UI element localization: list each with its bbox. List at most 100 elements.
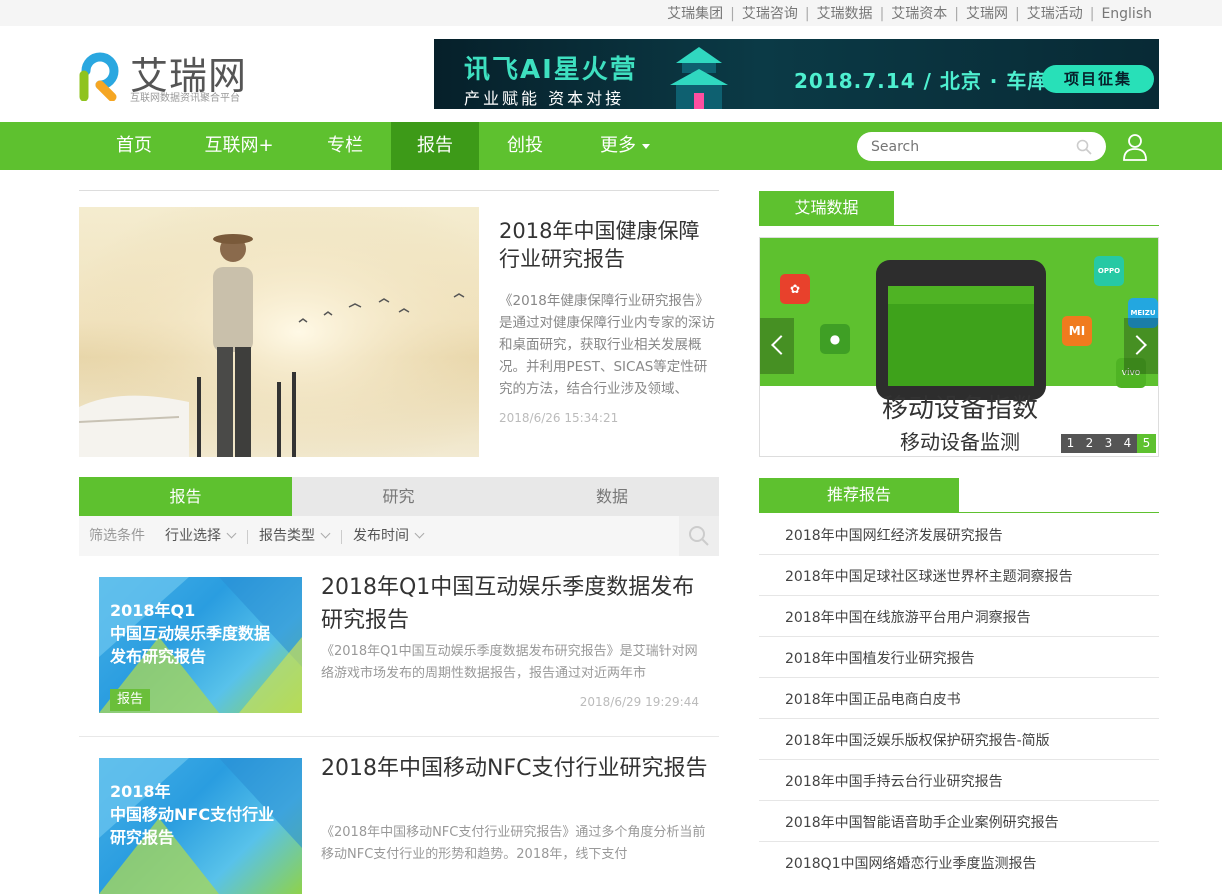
nav-columns[interactable]: 专栏 [305, 122, 385, 170]
man-on-pier-illustration [79, 207, 479, 457]
ad-banner[interactable]: 讯飞AI星火营 产业赋能 资本对接 2018.7.14 / 北京 · 车库咖啡 … [434, 39, 1159, 109]
logo-tagline: 互联网数据资讯聚合平台 [130, 93, 240, 104]
carousel-next-button[interactable] [1124, 318, 1158, 374]
divider [79, 190, 719, 191]
thumbnail-text: 2018年 中国移动NFC支付行业 研究报告 [110, 782, 275, 847]
recommended-report-link[interactable]: 2018年中国网红经济发展研究报告 [785, 525, 1003, 545]
top-links: 艾瑞集团 | 艾瑞咨询 | 艾瑞数据 | 艾瑞资本 | 艾瑞网 | 艾瑞活动 | English [667, 6, 1152, 22]
recommended-report-link[interactable]: 2018年中国正品电商白皮书 [785, 689, 961, 709]
article-description: 《2018年Q1中国互动娱乐季度数据发布研究报告》是艾瑞针对网络游戏市场发布的周… [321, 644, 698, 681]
divider [341, 530, 342, 544]
nav-venture[interactable]: 创投 [485, 122, 565, 170]
list-item[interactable]: 2018年中国泛娱乐版权保护研究报告-简版 [759, 719, 1159, 760]
article-title[interactable]: 2018年中国移动NFC支付行业研究报告 [321, 752, 711, 785]
tab-data[interactable]: 数据 [505, 477, 719, 516]
tab-research[interactable]: 研究 [292, 477, 505, 516]
list-item[interactable]: 2018年中国足球社区球迷世界杯主题洞察报告 [759, 555, 1159, 596]
list-item[interactable]: 2018年中国网红经济发展研究报告 [759, 514, 1159, 555]
recommended-report-link[interactable]: 2018年中国手持云台行业研究报告 [785, 771, 1003, 791]
featured-description: 《2018年健康保障行业研究报告》是通过对健康保障行业内专家的深访和桌面研究，获… [499, 293, 715, 397]
list-item[interactable]: 2018年中国在线旅游平台用户洞察报告 [759, 596, 1159, 637]
chevron-down-icon [226, 528, 237, 539]
recommended-report-link[interactable]: 2018年中国智能语音助手企业案例研究报告 [785, 812, 1059, 832]
banner-subtitle: 产业赋能 资本对接 [464, 89, 625, 108]
carousel-pagination: 1 2 3 4 5 [1061, 434, 1156, 453]
filter-bar: 筛选条件 行业选择 报告类型 发布时间 [79, 516, 719, 556]
list-item[interactable]: 2018年中国智能语音助手企业案例研究报告 [759, 801, 1159, 842]
top-link-iresearch-net[interactable]: 艾瑞网 [966, 6, 1008, 22]
recommended-report-link[interactable]: 2018年中国泛娱乐版权保护研究报告-简版 [785, 730, 1050, 750]
article-thumbnail[interactable]: 2018年Q1 中国互动娱乐季度数据 发布研究报告 报告 [99, 577, 302, 713]
article-time: 2018/6/29 19:29:44 [579, 695, 699, 709]
filter-search-button[interactable] [679, 516, 719, 556]
divider [759, 225, 1159, 226]
filter-publish-time-label: 发布时间 [353, 528, 409, 544]
featured-title[interactable]: 2018年中国健康保障行业研究报告 [499, 217, 719, 273]
section-title-airui-data: 艾瑞数据 [759, 191, 894, 225]
nav-internet-plus[interactable]: 互联网+ [189, 122, 289, 170]
filter-industry-label: 行业选择 [165, 528, 221, 544]
top-bar: 艾瑞集团 | 艾瑞咨询 | 艾瑞数据 | 艾瑞资本 | 艾瑞网 | 艾瑞活动 | English [0, 0, 1222, 26]
article-description: 《2018年中国移动NFC支付行业研究报告》通过多个角度分析当前移动NFC支付行… [321, 825, 706, 862]
filter-report-type[interactable]: 报告类型 [259, 516, 331, 556]
chevron-left-icon [771, 335, 791, 355]
content-tabs: 报告 研究 数据 [79, 477, 719, 516]
oppo-app-icon: OPPO [1094, 256, 1124, 286]
apple-app-icon: ● [820, 324, 850, 354]
filter-industry[interactable]: 行业选择 [165, 516, 237, 556]
top-link-data[interactable]: 艾瑞数据 [817, 6, 873, 22]
article-title[interactable]: 2018年Q1中国互动娱乐季度数据发布研究报告 [321, 571, 711, 637]
temple-illustration-icon [670, 47, 728, 109]
article-thumbnail[interactable]: 2018年 中国移动NFC支付行业 研究报告 [99, 758, 302, 894]
nav-home[interactable]: 首页 [94, 122, 174, 170]
top-link-capital[interactable]: 艾瑞资本 [891, 6, 947, 22]
carousel-page-5[interactable]: 5 [1137, 434, 1156, 453]
top-link-airui-group[interactable]: 艾瑞集团 [667, 6, 723, 22]
list-item[interactable]: 2018年中国植发行业研究报告 [759, 637, 1159, 678]
chevron-down-icon [414, 528, 425, 539]
banner-cta-button[interactable]: 项目征集 [1042, 65, 1154, 93]
thumbnail-text: 2018年Q1 中国互动娱乐季度数据 发布研究报告 [110, 601, 271, 666]
banner-title: 讯飞AI星火营 [464, 55, 638, 85]
caret-down-icon [642, 143, 650, 149]
top-link-events[interactable]: 艾瑞活动 [1027, 6, 1083, 22]
tab-reports[interactable]: 报告 [79, 477, 292, 516]
recommended-report-link[interactable]: 2018年中国足球社区球迷世界杯主题洞察报告 [785, 566, 1073, 586]
data-carousel[interactable]: ✿ ● MI OPPO MEIZU vivo 移动设备指数 移动设备监测 1 2… [759, 237, 1159, 457]
nav-more[interactable]: 更多 [580, 122, 670, 170]
recommended-report-link[interactable]: 2018Q1中国网络婚恋行业季度监测报告 [785, 853, 1037, 873]
divider [79, 736, 719, 737]
carousel-page-2[interactable]: 2 [1080, 434, 1099, 453]
user-icon[interactable] [1122, 133, 1148, 161]
search-icon [689, 526, 709, 546]
filter-publish-time[interactable]: 发布时间 [353, 516, 425, 556]
list-item[interactable]: 2018年中国正品电商白皮书 [759, 678, 1159, 719]
carousel-page-4[interactable]: 4 [1118, 434, 1137, 453]
recommended-report-link[interactable]: 2018年中国在线旅游平台用户洞察报告 [785, 607, 1031, 627]
carousel-page-3[interactable]: 3 [1099, 434, 1118, 453]
top-link-consulting[interactable]: 艾瑞咨询 [742, 6, 798, 22]
site-logo[interactable]: 艾瑞网 互联网数据资讯聚合平台 [78, 45, 258, 104]
chevron-down-icon [320, 528, 331, 539]
search-input[interactable] [871, 136, 1071, 157]
phone-screen-inner [888, 304, 1034, 386]
carousel-caption: 移动设备指数 [881, 394, 1038, 424]
divider [247, 530, 248, 544]
search-icon[interactable] [1076, 139, 1092, 155]
divider [759, 512, 1159, 513]
list-item[interactable]: 2018年中国手持云台行业研究报告 [759, 760, 1159, 801]
list-item[interactable]: 2018年 中国移动NFC支付行业 研究报告 2018年中国移动NFC支付行业研… [79, 756, 719, 894]
featured-time: 2018/6/26 15:34:21 [499, 411, 619, 425]
featured-image[interactable] [79, 207, 479, 457]
search-box [857, 132, 1106, 161]
top-link-english[interactable]: English [1101, 6, 1152, 22]
nav-reports[interactable]: 报告 [391, 122, 479, 170]
xiaomi-app-icon: MI [1062, 316, 1092, 346]
article-badge: 报告 [110, 689, 151, 711]
carousel-page-1[interactable]: 1 [1061, 434, 1080, 453]
carousel-prev-button[interactable] [760, 318, 794, 374]
list-item[interactable]: 2018Q1中国网络婚恋行业季度监测报告 [759, 842, 1159, 883]
recommended-report-link[interactable]: 2018年中国植发行业研究报告 [785, 648, 975, 668]
list-item[interactable]: 2018年Q1 中国互动娱乐季度数据 发布研究报告 报告 2018年Q1中国互动… [79, 575, 719, 727]
chevron-right-icon [1127, 335, 1147, 355]
